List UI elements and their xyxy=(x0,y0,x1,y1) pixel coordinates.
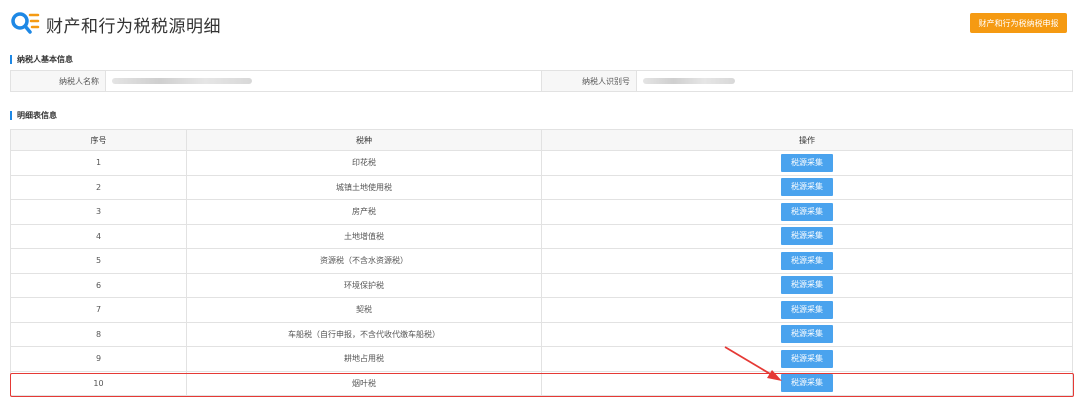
page: 财产和行为税税源明细 财产和行为税纳税申报 纳税人基本信息 纳税人名称 纳税人识… xyxy=(0,0,1080,408)
table-row: 7 契税 税源采集 xyxy=(10,297,1073,323)
row-tax-name: 烟叶税 xyxy=(186,370,542,396)
collect-tax-source-button[interactable]: 税源采集 xyxy=(781,300,833,319)
row-seq: 10 xyxy=(10,370,187,396)
taxpayer-info-table: 纳税人名称 纳税人识别号 xyxy=(10,70,1073,92)
row-tax-name: 车船税（自行申报，不含代收代缴车船税） xyxy=(186,321,542,347)
collect-tax-source-button[interactable]: 税源采集 xyxy=(781,178,833,197)
table-row: 3 房产税 税源采集 xyxy=(10,199,1073,225)
table-header-row: 序号 税种 操作 xyxy=(10,129,1073,151)
collect-tax-source-button[interactable]: 税源采集 xyxy=(781,276,833,295)
collect-tax-source-button[interactable]: 税源采集 xyxy=(781,349,833,368)
table-row: 4 土地增值税 税源采集 xyxy=(10,223,1073,249)
row-seq: 7 xyxy=(10,297,187,323)
row-seq: 4 xyxy=(10,223,187,249)
collect-tax-source-button[interactable]: 税源采集 xyxy=(781,227,833,246)
taxpayer-id-value xyxy=(637,71,1072,91)
table-row: 8 车船税（自行申报，不含代收代缴车船税） 税源采集 xyxy=(10,321,1073,347)
row-action-cell: 税源采集 xyxy=(541,223,1073,249)
tax-source-table: 序号 税种 操作 1 印花税 税源采集 2 城镇土地使用税 税源采集 3 房产税 税源采集 4 土地… xyxy=(10,129,1073,396)
row-action-cell: 税源采集 xyxy=(541,272,1073,298)
row-action-cell: 税源采集 xyxy=(541,174,1073,200)
search-list-icon xyxy=(10,10,40,38)
table-row: 9 耕地占用税 税源采集 xyxy=(10,346,1073,372)
row-action-cell: 税源采集 xyxy=(541,346,1073,372)
table-row: 10 烟叶税 税源采集 xyxy=(10,370,1073,396)
row-tax-name: 城镇土地使用税 xyxy=(186,174,542,200)
header: 财产和行为税税源明细 xyxy=(10,8,221,40)
taxpayer-name-label: 纳税人名称 xyxy=(11,71,106,91)
row-tax-name: 印花税 xyxy=(186,150,542,176)
row-action-cell: 税源采集 xyxy=(541,248,1073,274)
taxpayer-name-value xyxy=(106,71,542,91)
row-tax-name: 耕地占用税 xyxy=(186,346,542,372)
detail-section-title: 明细表信息 xyxy=(10,111,57,120)
table-row: 5 资源税（不含水资源税） 税源采集 xyxy=(10,248,1073,274)
column-header-tax: 税种 xyxy=(186,129,542,151)
row-seq: 9 xyxy=(10,346,187,372)
collect-tax-source-button[interactable]: 税源采集 xyxy=(781,325,833,344)
row-seq: 3 xyxy=(10,199,187,225)
taxpayer-section-title: 纳税人基本信息 xyxy=(10,55,73,64)
collect-tax-source-button[interactable]: 税源采集 xyxy=(781,202,833,221)
row-seq: 8 xyxy=(10,321,187,347)
collect-tax-source-button[interactable]: 税源采集 xyxy=(781,153,833,172)
table-row: 2 城镇土地使用税 税源采集 xyxy=(10,174,1073,200)
row-tax-name: 环境保护税 xyxy=(186,272,542,298)
taxpayer-id-label: 纳税人识别号 xyxy=(542,71,637,91)
property-behavior-tax-declare-button[interactable]: 财产和行为税纳税申报 xyxy=(970,13,1067,33)
row-tax-name: 资源税（不含水资源税） xyxy=(186,248,542,274)
table-row: 1 印花税 税源采集 xyxy=(10,150,1073,176)
redacted-name xyxy=(112,78,252,84)
row-action-cell: 税源采集 xyxy=(541,199,1073,225)
column-header-action: 操作 xyxy=(541,129,1073,151)
row-action-cell: 税源采集 xyxy=(541,297,1073,323)
row-tax-name: 房产税 xyxy=(186,199,542,225)
row-action-cell: 税源采集 xyxy=(541,150,1073,176)
collect-tax-source-button[interactable]: 税源采集 xyxy=(781,251,833,270)
row-seq: 6 xyxy=(10,272,187,298)
column-header-seq: 序号 xyxy=(10,129,187,151)
page-title: 财产和行为税税源明细 xyxy=(46,16,221,37)
row-seq: 5 xyxy=(10,248,187,274)
row-seq: 1 xyxy=(10,150,187,176)
redacted-id xyxy=(643,78,735,84)
row-tax-name: 土地增值税 xyxy=(186,223,542,249)
row-tax-name: 契税 xyxy=(186,297,542,323)
row-action-cell: 税源采集 xyxy=(541,370,1073,396)
table-row: 6 环境保护税 税源采集 xyxy=(10,272,1073,298)
row-seq: 2 xyxy=(10,174,187,200)
row-action-cell: 税源采集 xyxy=(541,321,1073,347)
collect-tax-source-button[interactable]: 税源采集 xyxy=(781,374,833,393)
